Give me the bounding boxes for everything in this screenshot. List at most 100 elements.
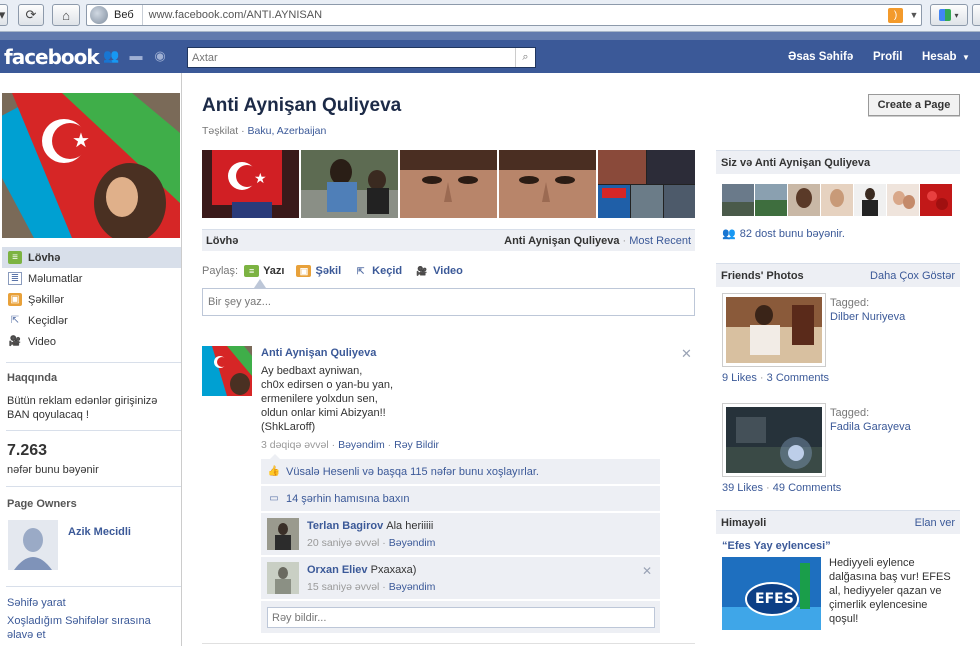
photo-stats: 9 Likes · 3 Comments <box>722 372 830 384</box>
photo-comments-link[interactable]: 3 Comments <box>767 372 829 384</box>
address-bar[interactable]: Веб www.facebook.com/ANTI.AYNISAN ) ▼ <box>86 4 922 26</box>
messages-icon[interactable]: ▬ <box>128 49 144 63</box>
comment-meta: 15 saniyə əvvəl · Bəyəndim <box>307 581 436 593</box>
photo-strip-item[interactable] <box>400 150 497 218</box>
friend-thumb[interactable] <box>854 184 886 216</box>
friend-image <box>887 184 919 216</box>
refresh-button[interactable]: ⟳ <box>18 4 44 26</box>
tagged-name[interactable]: Fadila Garayeva <box>830 421 911 433</box>
share-label: Paylaş: <box>202 265 239 277</box>
photo-strip-item[interactable] <box>301 150 398 218</box>
sidebar-item-label: Keçidlər <box>28 314 68 327</box>
create-page-button[interactable]: Create a Page <box>868 94 960 116</box>
comment-input[interactable]: Rəy bildir... <box>267 607 655 628</box>
divider <box>6 430 181 431</box>
friend-thumb[interactable] <box>920 184 952 216</box>
friend-thumb[interactable] <box>755 184 787 216</box>
photo-likes-link[interactable]: 9 Likes <box>722 372 757 384</box>
search-input[interactable] <box>188 51 515 64</box>
create-page-link[interactable]: Səhifə yarat <box>7 596 66 610</box>
home-button[interactable]: ⌂ <box>52 4 80 26</box>
status-composer[interactable]: Bir şey yaz... <box>202 288 695 316</box>
search-icon[interactable]: ⌕ <box>515 48 535 67</box>
sidebar-item-wall[interactable]: ≡ Lövhə <box>2 247 181 268</box>
nav-profile[interactable]: Profil <box>873 51 902 63</box>
create-ad-link[interactable]: Elan ver <box>915 517 955 529</box>
likes-label[interactable]: nəfər bunu bəyənir <box>7 463 99 477</box>
friend-requests-icon[interactable]: 👥 <box>103 49 119 63</box>
friend-image <box>920 184 952 216</box>
close-icon[interactable]: ✕ <box>681 346 692 362</box>
share-photo-tab[interactable]: ▣ Şəkil <box>296 265 341 277</box>
comment-like-link[interactable]: Bəyəndim <box>389 581 436 593</box>
wall-filter-name[interactable]: Anti Aynişan Quliyeva <box>504 235 619 247</box>
search-engine-button[interactable]: ▾ <box>930 4 968 26</box>
photo-strip-item[interactable]: ★ <box>202 150 299 218</box>
nav-home[interactable]: Əsas Səhifə <box>788 51 853 63</box>
tagged-name[interactable]: Dilber Nuriyeva <box>830 311 905 323</box>
like-link[interactable]: Bəyəndim <box>338 439 385 451</box>
photo-image <box>301 150 398 218</box>
post-author-avatar[interactable] <box>202 346 252 396</box>
sidebar-item-info[interactable]: ≣ Məlumatlar <box>2 268 181 289</box>
share-link-tab[interactable]: ⇱ Keçid <box>353 265 402 277</box>
friends-like-row[interactable]: 👥 82 dost bunu bəyənir. <box>722 227 845 241</box>
svg-text:★: ★ <box>72 128 90 152</box>
friend-image <box>755 184 787 216</box>
facebook-logo[interactable]: facebook <box>4 45 100 69</box>
delete-comment-icon[interactable]: ✕ <box>642 564 652 578</box>
view-all-comments-link[interactable]: 14 şərhin hamısına baxın <box>286 493 410 505</box>
photo-likes-link[interactable]: 39 Likes <box>722 482 763 494</box>
friend-thumb[interactable] <box>788 184 820 216</box>
owner-avatar[interactable] <box>8 520 58 570</box>
show-more-link[interactable]: Daha Çox Göstər <box>870 270 955 282</box>
photo-strip-item[interactable] <box>499 150 596 218</box>
friend-thumb[interactable] <box>887 184 919 216</box>
divider <box>6 362 181 363</box>
account-chevron-icon[interactable]: ▼ <box>962 53 970 62</box>
photo-strip-item[interactable] <box>598 150 695 218</box>
friend-image <box>854 184 886 216</box>
comment-like-link[interactable]: Bəyəndim <box>389 537 436 549</box>
owner-name[interactable]: Azik Mecidli <box>68 525 131 539</box>
sidebar-item-video[interactable]: 🎥 Video <box>2 331 181 352</box>
wall-icon: ≡ <box>8 251 22 264</box>
commenter-avatar[interactable] <box>267 562 299 594</box>
photo-comments-link[interactable]: 49 Comments <box>773 482 841 494</box>
most-recent-link[interactable]: Most Recent <box>629 235 691 247</box>
post-author-name[interactable]: Anti Aynişan Quliyeva <box>261 347 376 359</box>
share-status-tab[interactable]: ≡ Yazı <box>244 265 284 277</box>
friend-photo[interactable] <box>722 403 826 477</box>
friend-thumb[interactable] <box>821 184 853 216</box>
chevron-down-icon[interactable]: ▼ <box>907 10 921 20</box>
view-comments-row[interactable]: ▭ 14 şərhin hamısına baxın <box>261 486 660 512</box>
ad-image[interactable]: EFES <box>722 557 821 630</box>
about-text: Bütün reklam edənlər girişinizə BAN qoyu… <box>7 395 158 421</box>
thumbs-up-icon: 👍 <box>267 466 281 477</box>
search-scope[interactable]: Веб <box>108 5 143 25</box>
post-timestamp[interactable]: 3 dəqiqə əvvəl <box>261 439 329 451</box>
commenter-avatar[interactable] <box>267 518 299 550</box>
search-box[interactable]: ⌕ <box>187 47 536 68</box>
ad-title[interactable]: “Efes Yay eylencesi” <box>722 540 831 552</box>
browser-toolbar: ▾ ⟳ ⌂ Веб www.facebook.com/ANTI.AYNISAN … <box>0 0 980 32</box>
friend-thumb[interactable] <box>722 184 754 216</box>
search-engine-field[interactable] <box>972 4 980 26</box>
profile-picture[interactable]: ★ <box>2 93 180 238</box>
page-location[interactable]: Baku, Azerbaijan <box>248 125 327 137</box>
likes-summary[interactable]: Vüsalə Hesenli və başqa 115 nəfər bunu x… <box>286 466 539 478</box>
back-button[interactable]: ▾ <box>0 4 8 26</box>
url-text[interactable]: www.facebook.com/ANTI.AYNISAN <box>143 9 888 21</box>
likes-count: 7.263 <box>7 442 48 459</box>
add-to-favorites-link[interactable]: Xoşladığım Səhifələr sırasına əlavə et <box>7 614 179 642</box>
sidebar-item-photos[interactable]: ▣ Şəkillər <box>2 289 181 310</box>
friend-photo[interactable] <box>722 293 826 367</box>
svg-text:★: ★ <box>254 171 267 187</box>
share-video-tab[interactable]: 🎥 Video <box>414 265 463 277</box>
notifications-icon[interactable]: ◉ <box>152 49 168 63</box>
comment-link[interactable]: Rəy Bildir <box>394 439 439 451</box>
nav-account[interactable]: Hesab <box>922 51 957 63</box>
rss-icon[interactable]: ) <box>888 7 903 23</box>
divider <box>6 586 181 587</box>
sidebar-item-links[interactable]: ⇱ Keçidlər <box>2 310 181 331</box>
